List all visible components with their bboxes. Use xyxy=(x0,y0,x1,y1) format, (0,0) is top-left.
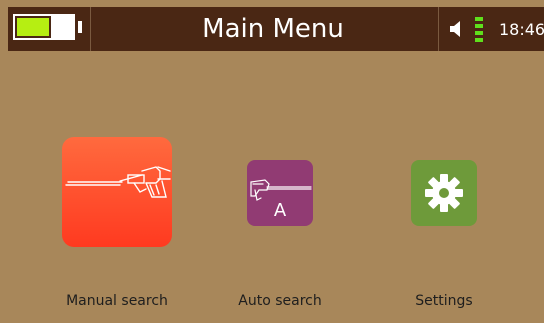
auto-detector-icon: A xyxy=(250,179,312,221)
settings-button[interactable] xyxy=(411,160,477,226)
main-menu-screen: Main Menu 18:46 A Manual search Auto sea… xyxy=(0,0,544,328)
signal-icon xyxy=(475,17,483,43)
settings-label: Settings xyxy=(415,293,473,309)
status-divider xyxy=(438,7,439,51)
manual-search-button[interactable] xyxy=(62,137,172,247)
status-bar: Main Menu 18:46 xyxy=(8,7,544,51)
battery-icon xyxy=(13,14,82,44)
auto-search-button[interactable]: A xyxy=(247,160,313,226)
status-divider xyxy=(90,7,91,51)
auto-badge: A xyxy=(274,200,287,221)
speaker-icon[interactable] xyxy=(448,20,464,38)
bottom-edge xyxy=(0,323,544,328)
manual-search-label: Manual search xyxy=(66,293,168,309)
clock: 18:46 xyxy=(499,20,544,39)
metal-detector-icon xyxy=(65,166,171,198)
gear-icon xyxy=(425,174,463,212)
auto-search-label: Auto search xyxy=(238,293,322,309)
page-title: Main Menu xyxy=(202,14,344,44)
